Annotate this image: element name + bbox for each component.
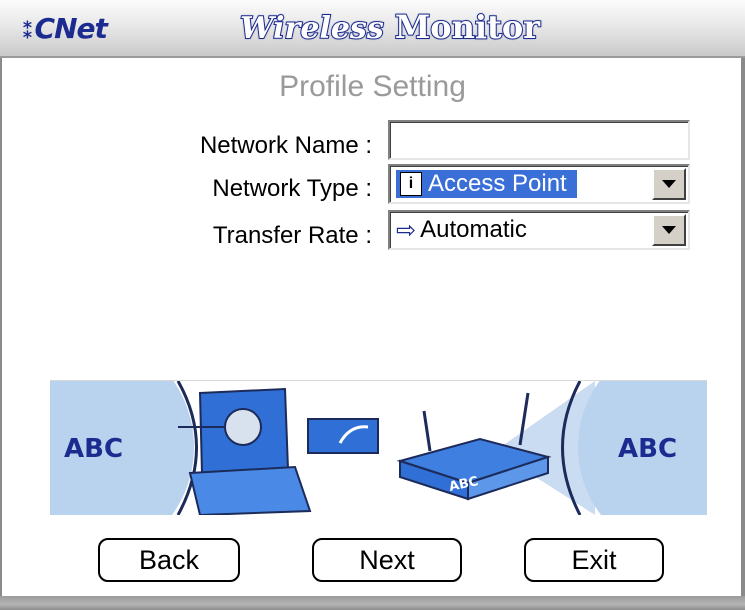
bottom-status-bar [0, 596, 745, 610]
transfer-rate-dropdown-button[interactable] [652, 214, 686, 246]
transfer-rate-select[interactable]: ⇨ Automatic [388, 210, 690, 250]
network-name-label: Network Name : [199, 132, 372, 159]
brand-name: CNet [34, 12, 108, 45]
arrow-icon: ⇨ [396, 216, 417, 244]
back-button[interactable]: Back [98, 538, 240, 582]
router-antenna-left [422, 410, 432, 452]
transfer-rate-selected: ⇨ Automatic [396, 216, 527, 244]
transfer-rate-label: Transfer Rate : [212, 222, 372, 249]
banner-graphic: ABC ABC ABC [50, 381, 707, 515]
transfer-rate-value: Automatic [420, 216, 527, 243]
network-type-selected: i Access Point [396, 170, 577, 198]
chevron-down-icon [662, 180, 676, 188]
network-type-select[interactable]: i Access Point [388, 164, 690, 204]
laptop-lens [224, 408, 262, 446]
left-abc-text: ABC [64, 434, 123, 464]
network-type-value: Access Point [428, 170, 567, 197]
next-button[interactable]: Next [312, 538, 462, 582]
section-title: Profile Setting [279, 70, 466, 103]
right-abc-text: ABC [618, 434, 677, 464]
app-title: Wireless Monitor [239, 7, 541, 47]
chevron-down-icon [662, 226, 676, 234]
app-title-monitor: Monitor [394, 7, 541, 47]
network-type-label: Network Type : [212, 175, 372, 202]
network-type-dropdown-button[interactable] [652, 168, 686, 200]
brand-mark-icon: ⁑ [22, 19, 33, 44]
exit-button[interactable]: Exit [524, 538, 664, 582]
access-point-icon: i [400, 172, 422, 196]
app-title-wireless: Wireless [239, 10, 385, 47]
title-bar: ⁑CNet Wireless Monitor [0, 0, 745, 58]
network-name-input[interactable] [388, 120, 690, 160]
network-illustration: ABC ABC ABC [50, 380, 707, 515]
laptop-base [188, 465, 312, 515]
brand-logo: ⁑CNet [22, 12, 108, 45]
